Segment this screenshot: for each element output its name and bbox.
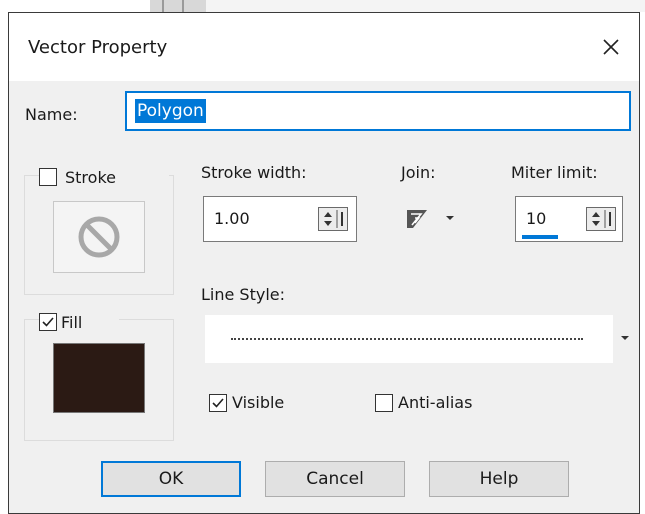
name-input[interactable]: Polygon <box>125 91 631 131</box>
antialias-label: Anti-alias <box>398 393 473 412</box>
miter-limit-spinbox[interactable]: 10 <box>515 196 623 242</box>
stroke-color-swatch[interactable] <box>53 201 145 273</box>
fill-checkbox-row[interactable]: Fill <box>39 309 119 335</box>
help-button[interactable]: Help <box>429 461 569 497</box>
miter-limit-label: Miter limit: <box>511 163 598 182</box>
visible-checkbox[interactable] <box>209 393 227 412</box>
checkmark-icon <box>212 397 224 408</box>
stroke-width-value: 1.00 <box>214 209 250 228</box>
fill-checkbox-label: Fill <box>61 312 83 332</box>
stroke-width-label: Stroke width: <box>201 163 307 182</box>
close-icon <box>603 39 619 55</box>
spin-arrows-icon <box>592 210 611 228</box>
miter-limit-focus-underline <box>522 235 558 239</box>
dialog-title: Vector Property <box>28 37 168 58</box>
spin-arrows-icon <box>324 210 343 228</box>
dotted-line-sample <box>231 338 583 340</box>
stroke-width-spinbox[interactable]: 1.00 <box>203 196 357 242</box>
fill-checkbox[interactable] <box>39 313 57 331</box>
stroke-width-spin-buttons[interactable] <box>318 207 348 231</box>
visible-label: Visible <box>232 393 285 412</box>
line-style-preview <box>205 315 613 363</box>
name-input-value: Polygon <box>135 99 206 123</box>
visible-checkbox-row[interactable]: Visible <box>209 393 284 412</box>
line-style-label: Line Style: <box>201 285 286 304</box>
stroke-checkbox-label: Stroke <box>65 167 116 187</box>
ok-button[interactable]: OK <box>101 461 241 497</box>
name-label: Name: <box>25 105 78 124</box>
chevron-down-icon <box>621 336 629 340</box>
chevron-down-icon <box>446 216 454 220</box>
miter-limit-spin-buttons[interactable] <box>586 207 616 231</box>
none-icon <box>78 216 120 258</box>
join-label: Join: <box>401 163 436 182</box>
close-button[interactable] <box>593 29 629 65</box>
antialias-checkbox[interactable] <box>375 393 393 412</box>
join-dropdown[interactable] <box>403 201 465 235</box>
background-toolbar <box>150 0 206 12</box>
join-style-icon <box>407 210 427 228</box>
background-divider <box>162 0 164 12</box>
antialias-checkbox-row[interactable]: Anti-alias <box>375 393 472 412</box>
stroke-checkbox-row[interactable]: Stroke <box>39 163 169 191</box>
cancel-button[interactable]: Cancel <box>265 461 405 497</box>
background-divider <box>182 0 184 12</box>
line-style-dropdown[interactable] <box>205 315 635 363</box>
stroke-checkbox[interactable] <box>39 168 57 186</box>
background-window <box>206 0 645 12</box>
checkmark-icon <box>42 317 54 327</box>
fill-color-swatch[interactable] <box>53 343 145 413</box>
vector-property-dialog: Vector Property Name: Polygon Stroke Fil… <box>8 12 640 514</box>
miter-limit-value: 10 <box>526 209 547 228</box>
